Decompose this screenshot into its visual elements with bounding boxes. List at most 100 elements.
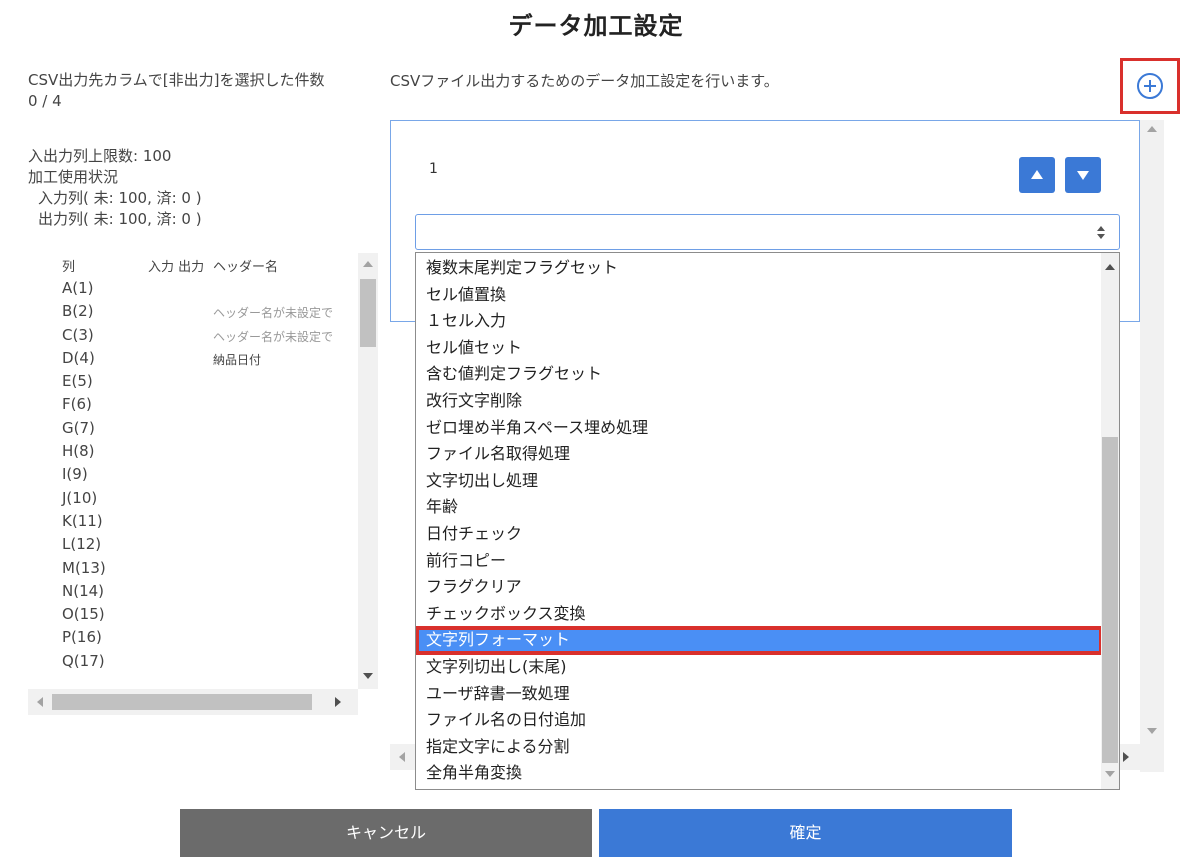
dropdown-option[interactable]: チェックボックス変換 — [416, 601, 1102, 628]
header-name: ヘッダー名 — [213, 260, 279, 275]
column-id: Q(17) — [62, 651, 105, 670]
column-id: G(7) — [62, 418, 95, 437]
output-usage: 出力列( 未: 100, 済: 0 ) — [38, 210, 202, 228]
cancel-button[interactable]: キャンセル — [180, 809, 592, 857]
page-title: データ加工設定 — [508, 12, 684, 40]
table-row: B(2) ヘッダー名が未設定で — [28, 301, 358, 324]
dropdown-options: 複数末尾判定フラグセット セル値置換 １セル入力 セル値セット 含む値判定フラグセット改… — [416, 255, 1103, 787]
column-table-hthumb[interactable] — [52, 694, 312, 710]
table-row: P(16) — [28, 627, 358, 650]
description: CSVファイル出力するためのデータ加工設定を行います。 — [390, 72, 779, 90]
table-row: A(1) — [28, 278, 358, 301]
column-table-vthumb[interactable] — [360, 279, 376, 347]
scroll-up-icon[interactable] — [1105, 264, 1115, 270]
move-down-button[interactable] — [1065, 157, 1101, 193]
column-id: B(2) — [62, 302, 94, 321]
column-id: M(13) — [62, 558, 106, 577]
scroll-up-icon[interactable] — [1147, 126, 1157, 132]
non-output-count-label: CSV出力先カラムで[非出力]を選択した件数 — [28, 71, 325, 89]
scroll-up-icon[interactable] — [363, 261, 373, 267]
usage-info: 入出力列上限数: 100 加工使用状況 入力列( 未: 100, 済: 0 ) … — [28, 146, 202, 230]
column-id: I(9) — [62, 465, 88, 484]
scroll-down-icon[interactable] — [1105, 771, 1115, 777]
add-rule-button[interactable] — [1120, 58, 1180, 114]
dropdown-option[interactable]: ファイル名の日付追加 — [416, 707, 1102, 734]
usage-title: 加工使用状況 — [28, 168, 119, 186]
dropdown-option[interactable]: 全角半角変換 — [416, 760, 1102, 787]
dropdown-option[interactable]: 改行文字削除 — [416, 388, 1102, 415]
table-row: G(7) — [28, 418, 358, 441]
header-col: 列 — [62, 260, 76, 275]
column-id: P(16) — [62, 628, 102, 647]
dropdown-option[interactable]: セル値置換 — [416, 282, 1102, 309]
dropdown-option[interactable]: 年齢 — [416, 494, 1102, 521]
dropdown-option[interactable]: ファイル名取得処理 — [416, 441, 1102, 468]
table-row: I(9) — [28, 464, 358, 487]
column-id: K(11) — [62, 511, 103, 530]
dropdown-option[interactable]: 日付チェック — [416, 521, 1102, 548]
column-table: 列 入力 出力 ヘッダー名 A(1) B(2) ヘッダー名が未設定で C(3) ヘッダー… — [28, 253, 380, 715]
column-id: L(12) — [62, 535, 102, 554]
dropdown-option[interactable]: 前行コピー — [416, 548, 1102, 575]
non-output-count: CSV出力先カラムで[非出力]を選択した件数 0 / 4 — [28, 70, 325, 112]
dropdown-vscrollbar[interactable] — [1101, 253, 1119, 789]
dropdown-option[interactable]: 指定文字による分割 — [416, 734, 1102, 761]
column-id: N(14) — [62, 581, 105, 600]
column-id: D(4) — [62, 348, 95, 367]
column-header-name: ヘッダー名が未設定で — [213, 329, 334, 344]
triangle-down-icon — [1077, 171, 1089, 180]
table-row: Q(17) — [28, 651, 358, 674]
non-output-count-value: 0 / 4 — [28, 92, 62, 110]
column-table-vscrollbar[interactable] — [358, 253, 378, 689]
dropdown-option[interactable]: 複数末尾判定フラグセット — [416, 255, 1102, 282]
column-id: F(6) — [62, 395, 92, 414]
table-row: J(10) — [28, 488, 358, 511]
confirm-button[interactable]: 確定 — [599, 809, 1012, 857]
dropdown-option[interactable]: １セル入力 — [416, 308, 1102, 335]
scroll-right-icon[interactable] — [1123, 752, 1129, 762]
column-id: O(15) — [62, 605, 105, 624]
column-id: J(10) — [62, 488, 98, 507]
table-row: D(4) 納品日付 — [28, 348, 358, 371]
move-up-button[interactable] — [1019, 157, 1055, 193]
dropdown-option[interactable]: ユーザ辞書一致処理 — [416, 681, 1102, 708]
table-row: H(8) — [28, 441, 358, 464]
processing-type-dropdown[interactable]: 複数末尾判定フラグセット セル値置換 １セル入力 セル値セット 含む値判定フラグセット改… — [415, 252, 1120, 790]
rule-number: 1 — [429, 161, 438, 177]
scroll-left-icon[interactable] — [37, 697, 43, 707]
dropdown-option[interactable]: 含む値判定フラグセット — [416, 361, 1102, 388]
table-row: M(13) — [28, 558, 358, 581]
dropdown-option[interactable]: 文字切出し処理 — [416, 468, 1102, 495]
scroll-left-icon[interactable] — [399, 752, 405, 762]
processing-type-select[interactable] — [415, 214, 1120, 250]
column-rows: A(1) B(2) ヘッダー名が未設定で C(3) ヘッダー名が未設定で D(4) 納品日付… — [28, 278, 358, 674]
column-table-hscrollbar[interactable] — [28, 689, 358, 715]
dropdown-option[interactable]: フラグクリア — [416, 574, 1102, 601]
select-caret-icon — [1097, 226, 1105, 240]
rule-area-vscrollbar[interactable] — [1140, 120, 1164, 772]
dropdown-option[interactable]: 文字列切出し(末尾) — [416, 654, 1102, 681]
table-row: N(14) — [28, 581, 358, 604]
plus-circle-icon[interactable] — [1137, 73, 1163, 99]
table-row: K(11) — [28, 511, 358, 534]
dropdown-option[interactable]: 文字列フォーマット — [416, 626, 1103, 655]
triangle-up-icon — [1031, 170, 1043, 179]
scroll-down-icon[interactable] — [363, 673, 373, 679]
column-id: A(1) — [62, 279, 94, 297]
input-usage: 入力列( 未: 100, 済: 0 ) — [38, 189, 202, 207]
table-row: O(15) — [28, 604, 358, 627]
scroll-down-icon[interactable] — [1147, 728, 1157, 734]
column-header-name: 納品日付 — [213, 352, 262, 367]
column-table-viewport: 列 入力 出力 ヘッダー名 A(1) B(2) ヘッダー名が未設定で C(3) ヘッダー… — [28, 253, 358, 689]
dropdown-vthumb[interactable] — [1102, 437, 1118, 763]
table-row: L(12) — [28, 534, 358, 557]
table-row: F(6) — [28, 394, 358, 417]
dropdown-option[interactable]: ゼロ埋め半角スペース埋め処理 — [416, 415, 1102, 442]
dropdown-option[interactable]: セル値セット — [416, 335, 1102, 362]
column-limit: 入出力列上限数: 100 — [28, 147, 172, 165]
scroll-right-icon[interactable] — [335, 697, 341, 707]
column-header-name: ヘッダー名が未設定で — [213, 306, 334, 321]
column-id: C(3) — [62, 325, 94, 344]
column-id: E(5) — [62, 372, 93, 391]
table-row: C(3) ヘッダー名が未設定で — [28, 325, 358, 348]
